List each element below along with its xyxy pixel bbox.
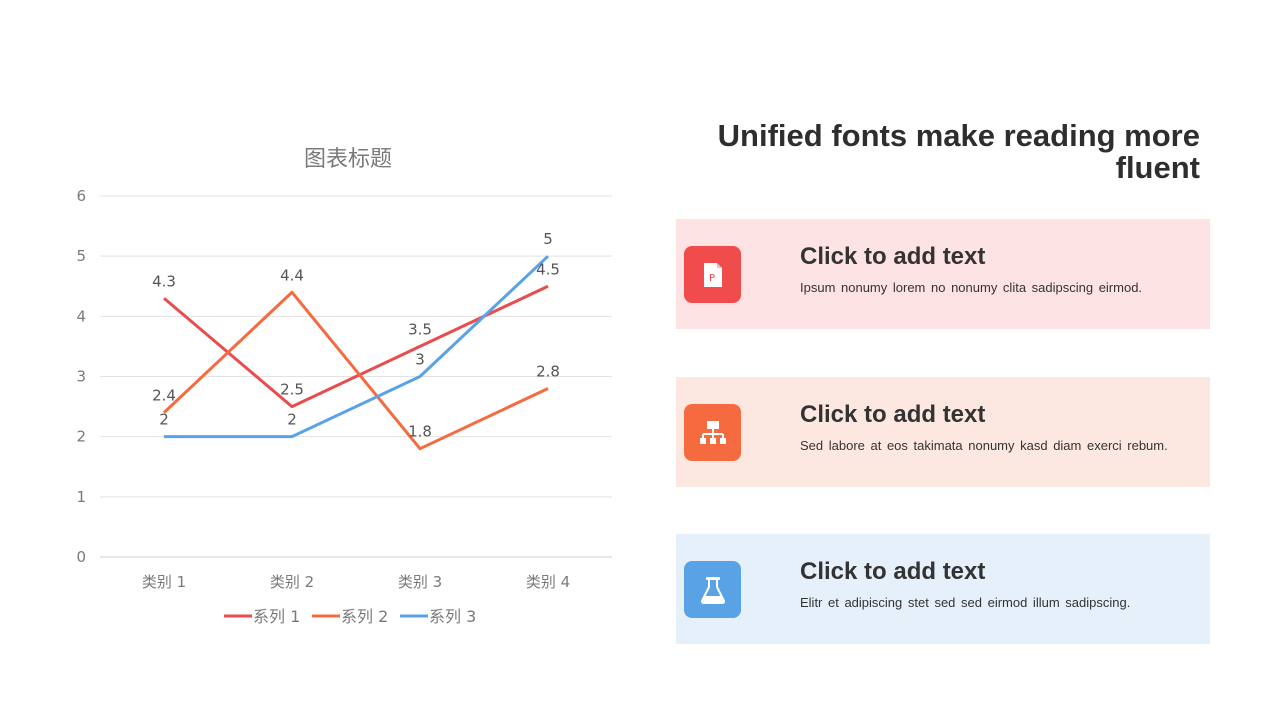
data-label: 4.5 — [536, 260, 560, 278]
y-tick-label: 4 — [76, 307, 86, 325]
y-tick-label: 0 — [76, 548, 86, 566]
x-tick-label: 类别 3 — [398, 573, 442, 591]
card-text: Elitr et adipiscing stet sed sed eirmod … — [800, 595, 1131, 610]
line-chart: 图表标题 0 1 2 3 4 5 6 类别 1 类别 2 类别 3 类别 4 4.3 2.5 3.5 4.… — [76, 147, 612, 626]
legend-label: 系列 2 — [341, 607, 388, 626]
data-label: 5 — [543, 230, 553, 248]
series-line-1 — [163, 284, 549, 409]
data-label: 3.5 — [408, 320, 432, 338]
powerpoint-icon: P — [684, 246, 741, 303]
card-text: Ipsum nonumy lorem no nonumy clita sadip… — [800, 280, 1143, 295]
data-label: 1.8 — [408, 423, 432, 441]
data-label: 4.3 — [152, 272, 176, 290]
data-label: 2.8 — [536, 363, 560, 381]
legend-label: 系列 1 — [253, 607, 300, 626]
svg-text:P: P — [708, 273, 714, 284]
card-title[interactable]: Click to add text — [800, 558, 985, 586]
x-tick-label: 类别 4 — [526, 573, 570, 591]
series-line-2 — [162, 290, 549, 451]
org-chart-icon — [684, 404, 741, 461]
data-label: 2 — [287, 411, 297, 429]
data-label: 2.5 — [280, 381, 304, 399]
y-tick-label: 2 — [76, 428, 86, 446]
card-title[interactable]: Click to add text — [800, 243, 985, 271]
card-text: Sed labore at eos takimata nonumy kasd d… — [800, 438, 1168, 453]
data-label: 2.4 — [152, 387, 176, 405]
y-tick-label: 6 — [76, 187, 86, 205]
data-label: 2 — [159, 411, 169, 429]
card-2[interactable]: Click to add text Sed labore at eos taki… — [676, 377, 1210, 487]
chart-title: 图表标题 — [304, 147, 392, 172]
y-tick-label: 5 — [76, 247, 86, 265]
data-label: 3 — [415, 351, 425, 369]
legend-label: 系列 3 — [429, 607, 476, 626]
card-1[interactable]: P Click to add text Ipsum nonumy lorem n… — [676, 219, 1210, 329]
flask-icon — [684, 561, 741, 618]
card-3[interactable]: Click to add text Elitr et adipiscing st… — [676, 534, 1210, 644]
y-tick-label: 1 — [76, 488, 86, 506]
x-tick-label: 类别 1 — [142, 573, 186, 591]
headline: Unified fonts make reading more fluent — [717, 118, 1200, 185]
x-tick-label: 类别 2 — [270, 573, 314, 591]
data-label: 4.4 — [280, 266, 304, 284]
y-tick-label: 3 — [76, 368, 86, 386]
card-title[interactable]: Click to add text — [800, 401, 985, 429]
